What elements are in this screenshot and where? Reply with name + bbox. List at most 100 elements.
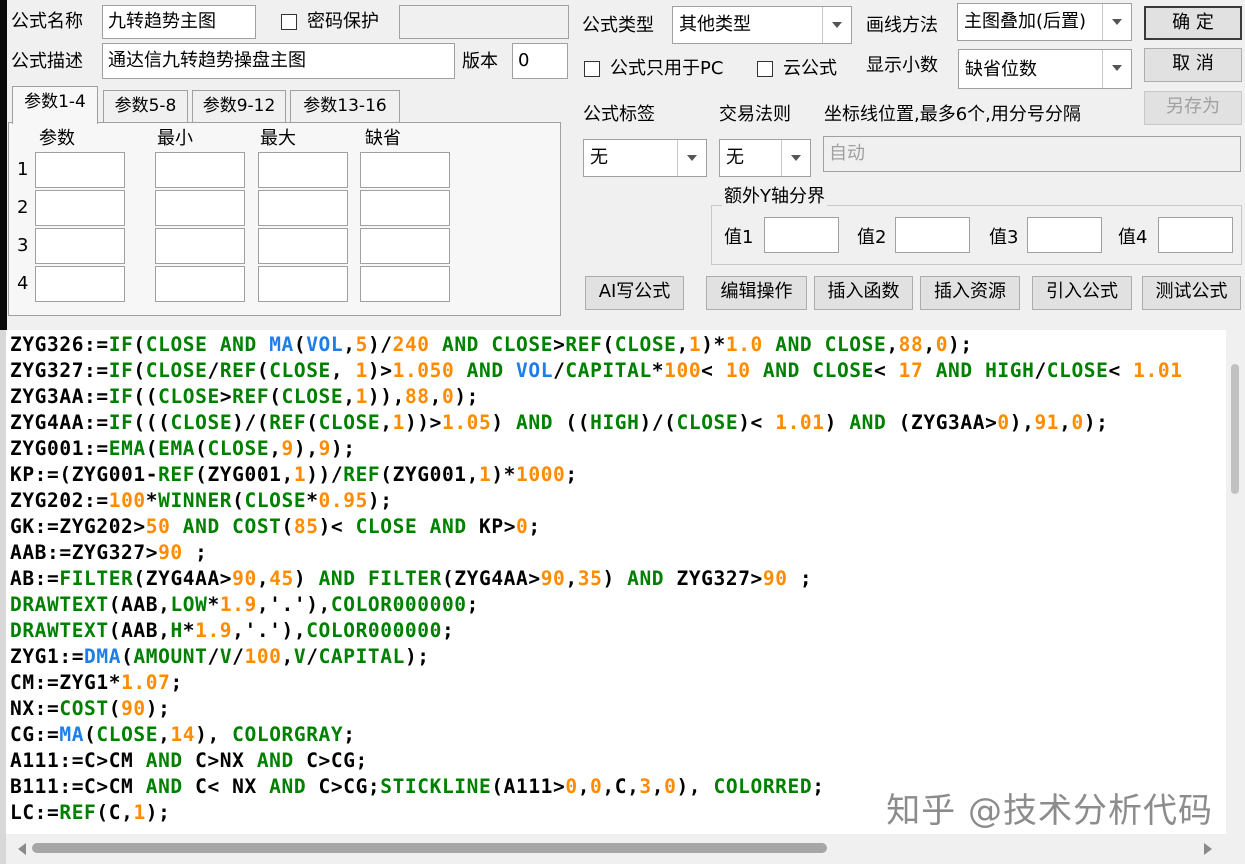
param-cell[interactable]: [35, 152, 125, 188]
param-cell[interactable]: [155, 152, 245, 188]
code-token: GK:=ZYG202>: [10, 515, 146, 538]
code-token: CLOSE: [355, 515, 418, 538]
param-cell[interactable]: [155, 228, 245, 264]
code-token: COST: [232, 515, 282, 538]
horizontal-scrollbar[interactable]: [6, 836, 1226, 860]
coord-input[interactable]: 自动: [823, 136, 1241, 172]
param-cell[interactable]: [35, 266, 125, 302]
code-token: 90: [540, 567, 566, 590]
vertical-scrollbar[interactable]: [1226, 330, 1245, 834]
code-token: IF: [108, 385, 134, 408]
code-line: GK:=ZYG202>50 AND COST(85)< CLOSE AND KP…: [10, 514, 541, 540]
code-token: AND: [145, 775, 183, 798]
code-token: CLOSE: [281, 385, 344, 408]
code-token: ,: [256, 567, 270, 590]
param-row-num: 3: [17, 235, 29, 256]
code-token: FILTER: [367, 567, 442, 590]
decimal-select[interactable]: 缺省位数: [958, 49, 1132, 89]
code-line: ZYG327:=IF(CLOSE/REF(CLOSE, 1)>1.050 AND…: [10, 358, 1183, 384]
ai-formula-button[interactable]: AI写公式: [585, 276, 684, 310]
code-token: IF: [108, 411, 134, 434]
code-token: 88: [404, 385, 430, 408]
code-token: AND: [219, 333, 257, 356]
code-line: ZYG1:=DMA(AMOUNT/V/100,V/CAPITAL);: [10, 644, 430, 670]
code-token: 0.95: [318, 489, 368, 512]
code-token: AND: [762, 359, 800, 382]
param-cell[interactable]: [35, 190, 125, 226]
cancel-button[interactable]: 取 消: [1144, 48, 1242, 82]
param-cell[interactable]: [258, 228, 348, 264]
chevron-down-icon[interactable]: [1102, 4, 1131, 40]
draw-label: 画线方法: [866, 15, 938, 36]
val2-input[interactable]: [895, 217, 970, 253]
scroll-right-icon[interactable]: [1204, 843, 1212, 855]
insert-resource-button[interactable]: 插入资源: [920, 276, 1020, 310]
decimal-label: 显示小数: [866, 55, 938, 76]
pc-only-label: 公式只用于PC: [610, 58, 724, 79]
code-token: 0: [1071, 411, 1084, 434]
tab-params-13-16[interactable]: 参数13-16: [290, 90, 400, 122]
code-token: ((: [553, 411, 591, 434]
code-token: ,: [158, 723, 171, 746]
code-line: ZYG4AA:=IF(((CLOSE)/(REF(CLOSE,1))>1.05)…: [10, 410, 1109, 436]
val3-input[interactable]: [1027, 217, 1102, 253]
chevron-down-icon[interactable]: [1102, 50, 1131, 88]
draw-select[interactable]: 主图叠加(后置): [957, 3, 1132, 41]
name-input[interactable]: 九转趋势主图: [102, 5, 256, 39]
tab-params-9-12[interactable]: 参数9-12: [192, 90, 286, 122]
code-token: /: [207, 645, 220, 668]
param-cell[interactable]: [258, 190, 348, 226]
save-as-button[interactable]: 另存为: [1144, 91, 1242, 125]
desc-input[interactable]: 通达信九转趋势操盘主图: [102, 43, 455, 79]
code-token: COLORGRAY: [232, 723, 344, 746]
code-token: 9: [281, 437, 294, 460]
type-select[interactable]: 其他类型: [672, 6, 852, 44]
val2-label: 值2: [857, 227, 887, 248]
param-cell[interactable]: [360, 190, 450, 226]
version-input[interactable]: 0: [512, 43, 568, 79]
tag-select[interactable]: 无: [583, 139, 707, 177]
code-token: 1.01: [775, 411, 825, 434]
code-token: ZYG327:=: [10, 359, 109, 382]
param-cell[interactable]: [258, 152, 348, 188]
param-cell[interactable]: [360, 152, 450, 188]
param-cell[interactable]: [35, 228, 125, 264]
tab-params-1-4[interactable]: 参数1-4: [12, 86, 98, 124]
param-cell[interactable]: [155, 190, 245, 226]
chevron-down-icon[interactable]: [822, 7, 851, 43]
code-token: COST: [59, 697, 109, 720]
password-checkbox[interactable]: [281, 14, 297, 30]
horizontal-scroll-thumb[interactable]: [32, 843, 827, 853]
insert-function-button[interactable]: 插入函数: [814, 276, 913, 310]
import-formula-button[interactable]: 引入公式: [1032, 276, 1132, 310]
param-cell[interactable]: [360, 266, 450, 302]
code-token: AMOUNT: [133, 645, 208, 668]
code-token: ZYG1:=: [10, 645, 85, 668]
pc-only-checkbox[interactable]: [584, 61, 600, 77]
code-token: )<: [738, 411, 776, 434]
ok-button[interactable]: 确 定: [1144, 6, 1242, 40]
code-token: (: [84, 723, 97, 746]
rule-select[interactable]: 无: [719, 139, 811, 177]
chevron-down-icon[interactable]: [781, 140, 810, 176]
code-editor[interactable]: ZYG326:=IF(CLOSE AND MA(VOL,5)/240 AND C…: [6, 330, 1226, 834]
code-token: /: [306, 645, 319, 668]
test-formula-button[interactable]: 测试公式: [1142, 276, 1241, 310]
param-cell[interactable]: [155, 266, 245, 302]
code-token: REF: [158, 463, 196, 486]
param-cell[interactable]: [360, 228, 450, 264]
val4-input[interactable]: [1158, 217, 1233, 253]
scroll-left-icon[interactable]: [18, 843, 26, 855]
code-token: 1.9: [219, 593, 257, 616]
param-cell[interactable]: [258, 266, 348, 302]
tab-params-5-8[interactable]: 参数5-8: [103, 90, 188, 122]
vertical-scroll-thumb[interactable]: [1231, 364, 1239, 494]
code-token: COLOR000000: [330, 593, 467, 616]
code-token: ,: [565, 567, 578, 590]
cloud-checkbox[interactable]: [757, 61, 773, 77]
code-token: ,: [380, 411, 393, 434]
edit-operation-button[interactable]: 编辑操作: [706, 276, 807, 310]
val1-input[interactable]: [764, 217, 839, 253]
chevron-down-icon[interactable]: [677, 140, 706, 176]
